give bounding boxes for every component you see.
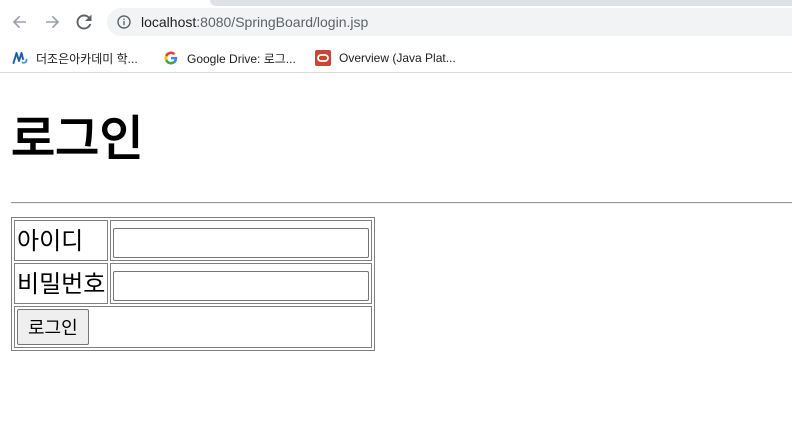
bookmark-label: Google Drive: 로그... — [187, 51, 296, 66]
reload-icon — [76, 14, 92, 30]
url-text[interactable]: localhost:8080/SpringBoard/login.jsp — [141, 13, 368, 31]
forward-button[interactable] — [38, 8, 66, 36]
page-content: 로그인 아이디 비밀번호 로그인 — [0, 73, 792, 438]
url-path: :8080/SpringBoard/login.jsp — [196, 14, 369, 30]
arrow-left-icon — [12, 15, 26, 29]
address-bar[interactable]: localhost:8080/SpringBoard/login.jsp — [107, 8, 792, 36]
login-button[interactable]: 로그인 — [17, 309, 89, 345]
password-input[interactable] — [113, 271, 370, 301]
password-row: 비밀번호 — [14, 263, 373, 304]
bookmark-academy[interactable]: 더조은아카데미 학... — [12, 48, 138, 68]
bookmark-label: Overview (Java Plat... — [339, 51, 456, 65]
oracle-favicon-icon — [315, 50, 331, 66]
id-row: 아이디 — [14, 220, 373, 261]
id-input[interactable] — [113, 228, 370, 258]
url-host: localhost — [141, 14, 197, 30]
info-icon[interactable] — [117, 15, 131, 29]
bookmark-google-drive[interactable]: Google Drive: 로그... — [163, 48, 296, 68]
submit-row: 로그인 — [14, 306, 373, 348]
bookmarks-bar: 더조은아카데미 학... Google Drive: 로그... Overvie… — [0, 44, 792, 73]
password-label: 비밀번호 — [14, 263, 109, 304]
google-favicon-icon — [163, 50, 179, 66]
login-form-table: 아이디 비밀번호 로그인 — [11, 217, 376, 351]
horizontal-rule — [11, 202, 792, 204]
bookmark-java-overview[interactable]: Overview (Java Plat... — [315, 48, 456, 68]
submit-cell: 로그인 — [14, 306, 373, 348]
password-input-cell — [110, 263, 373, 304]
reload-button[interactable] — [70, 8, 98, 36]
academy-favicon-icon — [12, 50, 28, 66]
id-label: 아이디 — [14, 220, 109, 261]
back-button[interactable] — [6, 8, 34, 36]
browser-toolbar: localhost:8080/SpringBoard/login.jsp — [0, 6, 792, 44]
id-input-cell — [110, 220, 373, 261]
arrow-right-icon — [46, 15, 60, 29]
bookmark-label: 더조은아카데미 학... — [36, 51, 138, 66]
page-title: 로그인 — [11, 111, 144, 167]
